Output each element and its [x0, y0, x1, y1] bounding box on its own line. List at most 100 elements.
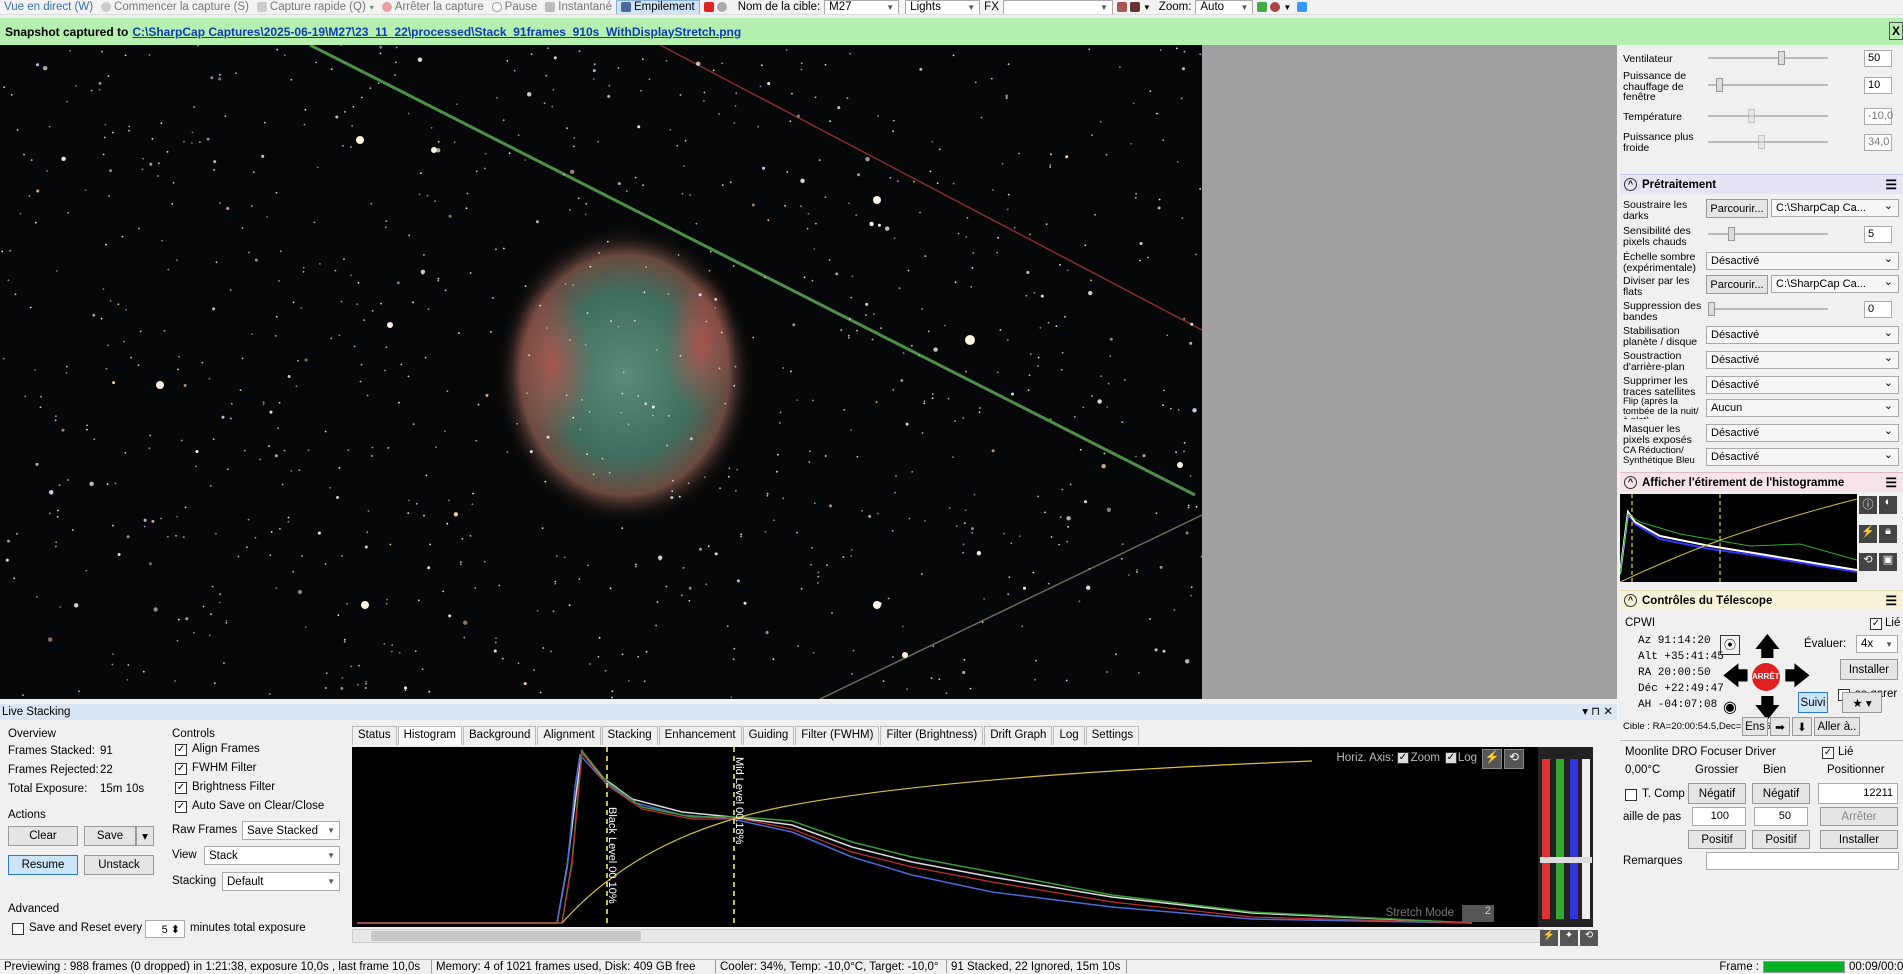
stacking-combo[interactable]: Default ▼ — [222, 872, 340, 891]
heater-value[interactable]: 10 — [1864, 77, 1892, 94]
rate-combo[interactable]: 4x ▼ — [1856, 635, 1898, 653]
target-icon[interactable]: ◉ — [1720, 697, 1740, 717]
snapshot-button[interactable]: Instantané — [541, 0, 616, 14]
sat-combo[interactable]: Désactivé — [1706, 376, 1899, 394]
reset-icon[interactable]: ⟲ — [1859, 553, 1877, 572]
tab-filter-fwhm[interactable]: Filter (FWHM) — [795, 726, 880, 745]
banding-value[interactable]: 0 — [1864, 301, 1892, 318]
close-notification-button[interactable]: X — [1889, 22, 1903, 40]
stretch-mode-value[interactable]: 2 — [1462, 905, 1494, 922]
tab-background[interactable]: Background — [463, 726, 537, 745]
contrast-icon[interactable]: ◐ — [1879, 496, 1897, 514]
magnifier-icon[interactable] — [1270, 2, 1281, 12]
cooler-slider[interactable] — [1708, 134, 1828, 150]
autosave-checkbox[interactable]: ✓ — [175, 801, 187, 813]
stop-focuser-button[interactable]: Arrêter — [1820, 807, 1898, 826]
pin-icon[interactable] — [1297, 2, 1308, 12]
fine-step-input[interactable]: 50 — [1754, 807, 1808, 826]
position-input[interactable]: 12211 — [1818, 783, 1898, 804]
sync-icon[interactable]: ⦿ — [1720, 635, 1740, 655]
focuser-install-button[interactable]: Installer — [1820, 830, 1898, 849]
zoom-checkbox[interactable]: ✓ — [1397, 752, 1409, 764]
telescope-header[interactable]: ^ Contrôles du Télescope ☰ — [1620, 590, 1903, 610]
dark-scale-combo[interactable]: Désactivé — [1706, 252, 1899, 270]
target-name-combo[interactable]: M27 ▼ — [824, 0, 900, 14]
arrow-down-small-icon[interactable]: ⬇ — [1792, 717, 1812, 736]
histogram-scrollbar[interactable] — [352, 929, 1544, 943]
save-button[interactable]: Save — [84, 826, 136, 846]
banding-slider[interactable] — [1708, 301, 1828, 317]
raw-frames-combo[interactable]: Save Stacked ▼ — [242, 821, 340, 840]
auto-stretch-icon[interactable]: ⚡ — [1482, 749, 1502, 769]
mask-combo[interactable]: Désactivé — [1706, 424, 1899, 442]
tcomp-checkbox[interactable] — [1625, 789, 1637, 801]
tab-log[interactable]: Log — [1053, 726, 1085, 745]
flats-browse-button[interactable]: Parcourir... — [1706, 275, 1768, 294]
image-viewport[interactable] — [0, 45, 1617, 699]
coarse-positive-button[interactable]: Positif — [1688, 830, 1746, 849]
live-view-button[interactable]: Vue en direct (W) — [0, 0, 97, 14]
bg-combo[interactable]: Désactivé — [1706, 351, 1899, 369]
tracking-button[interactable]: Suivi — [1798, 692, 1828, 713]
save-icon[interactable]: ▣ — [1879, 553, 1897, 572]
histogram-stretch-header[interactable]: ^ Afficher l'étirement de l'histogramme ☰ — [1620, 472, 1903, 492]
coarse-negative-button[interactable]: Négatif — [1688, 783, 1746, 804]
grid-icon[interactable] — [1116, 2, 1127, 12]
arrow-left-icon[interactable]: 🡄 — [1722, 663, 1749, 689]
tab-drift-graph[interactable]: Drift Graph — [984, 726, 1053, 745]
coarse-step-input[interactable]: 100 — [1692, 807, 1746, 826]
tab-alignment[interactable]: Alignment — [537, 726, 601, 745]
fan-slider[interactable] — [1708, 50, 1828, 66]
brightness-filter-checkbox[interactable]: ✓ — [175, 782, 187, 794]
hotpix-value[interactable]: 5 — [1864, 226, 1892, 243]
refresh-icon[interactable]: ⟲ — [1580, 930, 1598, 946]
clear-button[interactable]: Clear — [8, 826, 78, 846]
fan-value[interactable]: 50 — [1864, 50, 1892, 67]
arrow-right-small-icon[interactable]: ➡ — [1770, 717, 1790, 736]
star-select-button[interactable]: ★ ▾ — [1842, 692, 1882, 713]
crosshair-icon[interactable] — [1129, 2, 1140, 12]
hotpix-slider[interactable] — [1708, 226, 1828, 242]
ca-combo[interactable]: Désactivé — [1706, 448, 1899, 466]
save-reset-minutes[interactable]: 5 ⬍ — [145, 920, 185, 938]
reset-icon[interactable]: ⟲ — [1504, 749, 1524, 769]
remarks-input[interactable] — [1706, 852, 1899, 870]
star-icon[interactable]: ✦ — [1560, 930, 1578, 946]
tab-guiding[interactable]: Guiding — [742, 726, 795, 745]
panel-window-icons[interactable]: ▾ ⊓ ✕ — [1582, 704, 1613, 720]
goto-button[interactable]: Aller à.. — [1814, 717, 1860, 736]
start-capture-button[interactable]: Commencer la capture (S) — [97, 0, 253, 14]
arrow-right-icon[interactable]: 🡆 — [1784, 663, 1811, 689]
live-stacking-button[interactable]: Empilement — [615, 0, 700, 14]
save-reset-checkbox[interactable] — [12, 923, 24, 935]
darks-browse-button[interactable]: Parcourir... — [1706, 199, 1768, 218]
align-frames-checkbox[interactable]: ✓ — [175, 744, 187, 756]
log-checkbox[interactable]: ✓ — [1445, 752, 1457, 764]
fine-negative-button[interactable]: Négatif — [1752, 783, 1810, 804]
ens-button[interactable]: Ens — [1742, 717, 1768, 736]
quick-capture-button[interactable]: Capture rapide (Q) ▾ — [253, 0, 378, 14]
heater-slider[interactable] — [1708, 77, 1828, 93]
fwhm-filter-checkbox[interactable]: ✓ — [175, 763, 187, 775]
histogram-icon[interactable] — [1257, 2, 1268, 12]
snapshot-path-link[interactable]: C:\SharpCap Captures\2025-06-19\M27\23_1… — [132, 25, 741, 39]
info-icon[interactable]: ⓘ — [1859, 496, 1877, 514]
focuser-linked-checkbox[interactable]: ✓ — [1822, 747, 1834, 759]
tab-enhancement[interactable]: Enhancement — [658, 726, 742, 745]
install-button[interactable]: Installer — [1840, 659, 1898, 680]
unstack-button[interactable]: Unstack — [84, 855, 154, 875]
gray-circle-icon[interactable] — [716, 2, 727, 12]
pause-button[interactable]: Pause — [488, 0, 542, 14]
flip-combo[interactable]: Aucun — [1706, 399, 1899, 417]
rgb-level-sliders[interactable] — [1538, 747, 1593, 927]
histogram-plot[interactable]: Black Level 00.10% Mid Level 00.18% Hori… — [352, 747, 1544, 927]
temperature-slider[interactable] — [1708, 108, 1828, 124]
tab-filter-brightness[interactable]: Filter (Brightness) — [880, 726, 984, 745]
stop-capture-button[interactable]: Arrêter la capture — [378, 0, 488, 14]
flats-path-combo[interactable]: C:\SharpCap Ca... — [1771, 275, 1899, 293]
save-dropdown-button[interactable]: ▾ — [136, 826, 154, 846]
preprocessing-header[interactable]: ^ Prétraitement ☰ — [1620, 174, 1903, 194]
lightning-icon[interactable]: ⚡ — [1540, 930, 1558, 946]
frame-type-combo[interactable]: Lights ▼ — [905, 0, 981, 14]
darks-path-combo[interactable]: C:\SharpCap Ca... — [1771, 199, 1899, 217]
